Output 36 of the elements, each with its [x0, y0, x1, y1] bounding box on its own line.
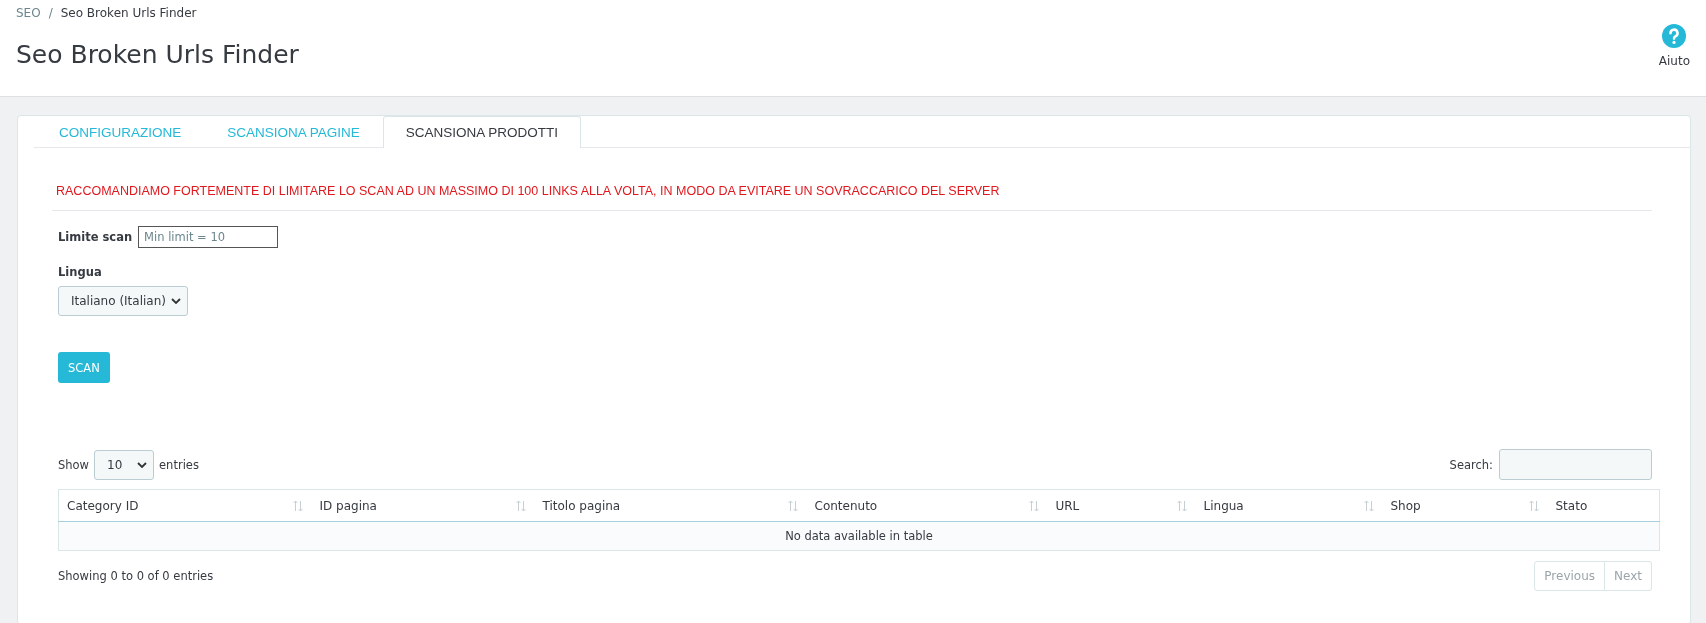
language-select[interactable]: Italiano (Italian) [58, 286, 188, 316]
warning-text: RACCOMANDIAMO FORTEMENTE DI LIMITARE LO SCAN AD UN MASSIMO DI 100 LINKS ALLA VOLTA, IN MODO DA EVITARE UN SOVRACCARICO DEL SERVER [52, 148, 1652, 211]
column-header[interactable]: URL [1047, 489, 1196, 522]
search-field[interactable] [1499, 449, 1652, 480]
chevron-icon [171, 298, 181, 304]
sort-icon [291, 499, 304, 512]
entries-select[interactable]: 10 [94, 449, 155, 480]
sort-icon [1175, 499, 1188, 512]
tab[interactable]: SCANSIONA PRODOTTI [382, 116, 582, 148]
field-label: Lingua [58, 265, 103, 279]
breadcrumb-separator: / [48, 6, 53, 20]
sort-icon [1527, 499, 1540, 512]
sort-icon [514, 499, 527, 512]
column-header[interactable]: Titolo pagina [534, 489, 807, 522]
table-info: Showing 0 to 0 of 0 entries [58, 569, 214, 583]
help-icon[interactable] [1662, 24, 1687, 48]
column-header[interactable]: Contenuto [806, 489, 1048, 522]
field-label: Limite scan [58, 230, 133, 244]
chevron-icon [137, 461, 148, 468]
sort-icon [1362, 499, 1375, 512]
column-header[interactable]: Stato [1547, 489, 1660, 522]
column-header[interactable]: ID pagina [311, 489, 535, 522]
entries-label: entries [159, 457, 199, 472]
sort-icon [1027, 499, 1040, 512]
empty-table-message: No data available in table [58, 521, 1660, 551]
breadcrumb-item: Seo Broken Urls Finder [60, 6, 197, 20]
search-label: Search: [1449, 457, 1493, 472]
column-header[interactable]: Lingua [1195, 489, 1383, 522]
column-header[interactable]: Shop [1382, 489, 1548, 522]
help-link[interactable]: Aiuto [1658, 54, 1690, 68]
show-label: Show [58, 457, 90, 472]
column-header[interactable]: Category ID [58, 489, 312, 522]
input-field[interactable]: Min limit = 10 [138, 226, 279, 248]
breadcrumb-item[interactable]: SEO [16, 6, 41, 20]
page-title: Seo Broken Urls Finder [16, 40, 299, 69]
sort-icon [786, 499, 799, 512]
